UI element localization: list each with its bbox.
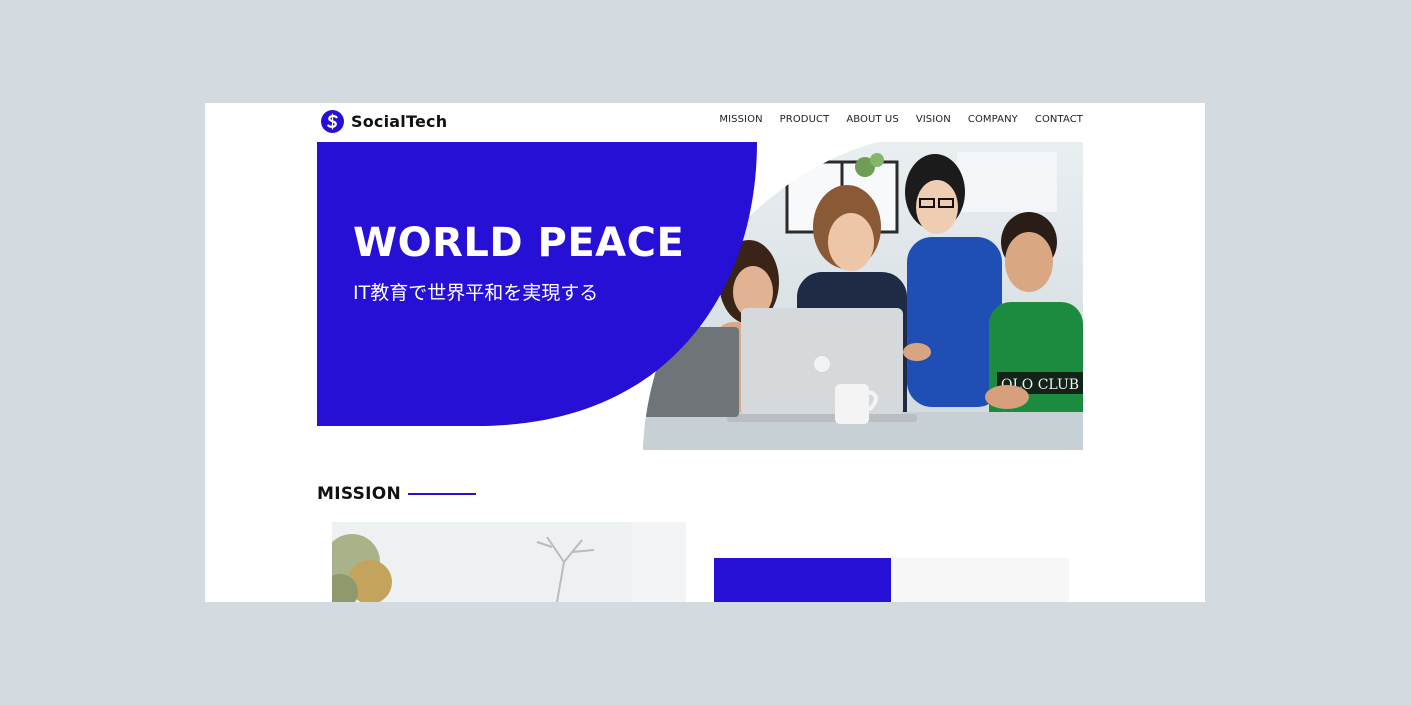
hero-subtitle: IT教育で世界平和を実現する: [353, 282, 599, 304]
nav-vision[interactable]: VISION: [916, 114, 951, 125]
site-frame: SocialTech MISSION PRODUCT ABOUT US VISI…: [205, 103, 1205, 602]
nav-contact[interactable]: CONTACT: [1035, 114, 1083, 125]
hero-section: OLO CLUB WORLD PEACE IT教育で世界平和を実現する: [317, 142, 1083, 450]
hero-title: WORLD PEACE: [353, 220, 685, 266]
brand-logo[interactable]: SocialTech: [321, 108, 447, 134]
mission-gray-block: [891, 558, 1069, 602]
nav-mission[interactable]: MISSION: [719, 114, 762, 125]
brand-name: SocialTech: [351, 111, 448, 131]
nav-product[interactable]: PRODUCT: [780, 114, 830, 125]
nav-company[interactable]: COMPANY: [968, 114, 1018, 125]
mission-heading: MISSION: [317, 484, 477, 504]
nav-about-us[interactable]: ABOUT US: [846, 114, 898, 125]
mission-heading-text: MISSION: [317, 484, 402, 504]
mission-photo: [332, 522, 686, 602]
main-nav: MISSION PRODUCT ABOUT US VISION COMPANY …: [702, 114, 1083, 125]
heading-underline: [408, 493, 477, 495]
logo-s-icon: [321, 109, 344, 133]
mission-blue-block: [714, 558, 891, 602]
